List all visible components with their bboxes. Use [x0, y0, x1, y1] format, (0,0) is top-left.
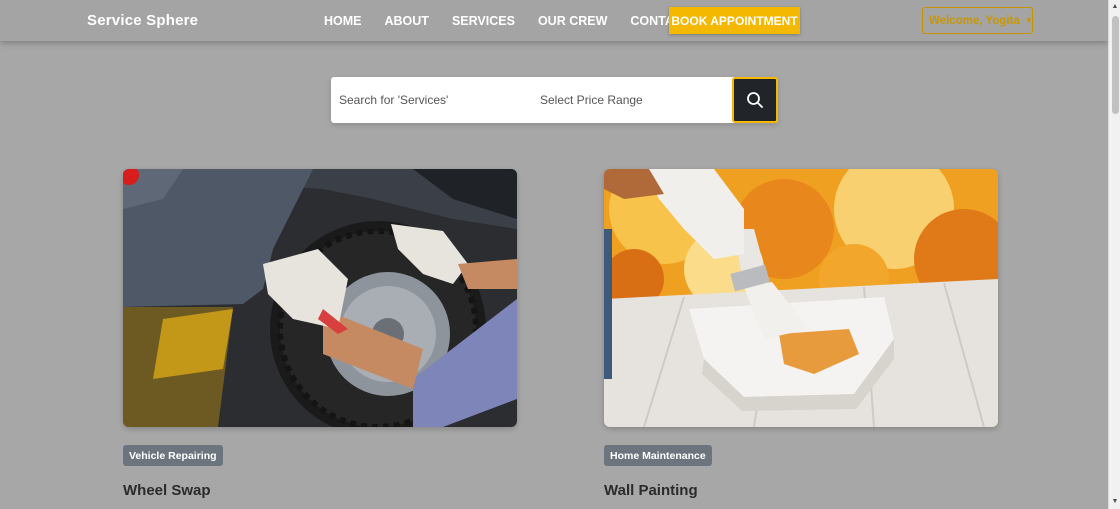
search-icon	[747, 92, 763, 108]
category-badge: Home Maintenance	[604, 445, 712, 466]
scroll-up-arrow-icon[interactable]: ▲	[1109, 0, 1120, 14]
brand-logo[interactable]: Service Sphere	[87, 12, 198, 29]
search-bar: Search for 'Services' Select Price Range	[331, 77, 778, 123]
book-appointment-button[interactable]: BOOK APPOINTMENT	[669, 7, 800, 34]
page-scrollbar[interactable]: ▲ ▼	[1108, 0, 1120, 509]
card-title[interactable]: Wall Painting	[604, 482, 698, 499]
search-button[interactable]	[732, 77, 778, 123]
welcome-label: Welcome, Yogita	[929, 14, 1020, 27]
service-card-wheel-swap[interactable]: Vehicle Repairing Wheel Swap	[123, 169, 517, 499]
user-menu-dropdown[interactable]: Welcome, Yogita ▼	[922, 7, 1033, 34]
category-badge: Vehicle Repairing	[123, 445, 223, 466]
nav-links: HOME ABOUT SERVICES OUR CREW CONTACT	[324, 14, 714, 28]
card-title[interactable]: Wheel Swap	[123, 482, 211, 499]
service-card-wall-painting[interactable]: Home Maintenance Wall Painting	[604, 169, 998, 499]
wheel-swap-image[interactable]	[123, 169, 517, 427]
nav-home[interactable]: HOME	[324, 14, 362, 28]
price-range-select[interactable]: Select Price Range	[540, 93, 643, 107]
scroll-down-arrow-icon[interactable]: ▼	[1109, 495, 1120, 509]
search-input[interactable]: Search for 'Services'	[339, 93, 448, 107]
scroll-thumb[interactable]	[1112, 16, 1119, 114]
wall-painting-image[interactable]	[604, 169, 998, 427]
caret-down-icon: ▼	[1024, 16, 1033, 25]
navbar: Service Sphere HOME ABOUT SERVICES OUR C…	[0, 0, 1108, 41]
nav-services[interactable]: SERVICES	[452, 14, 515, 28]
nav-about[interactable]: ABOUT	[385, 14, 429, 28]
nav-our-crew[interactable]: OUR CREW	[538, 14, 607, 28]
